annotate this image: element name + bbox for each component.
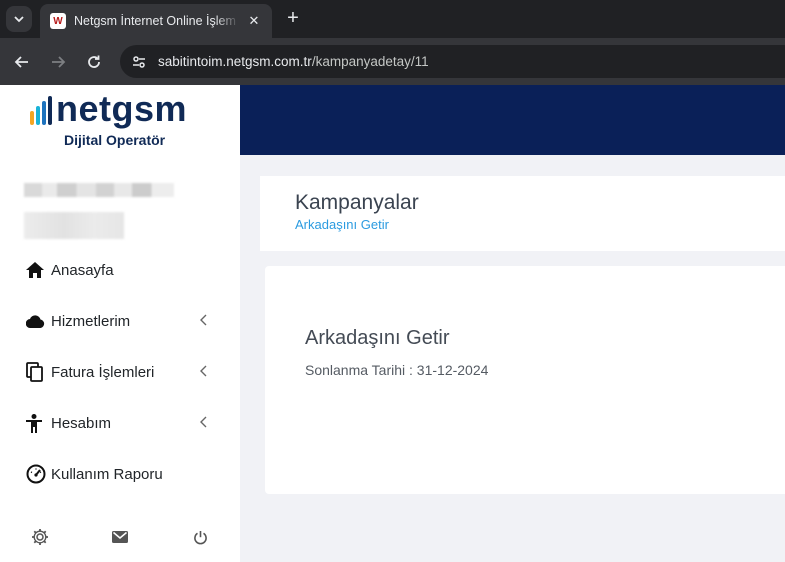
sidebar-item-anasayfa[interactable]: Anasayfa bbox=[26, 257, 216, 283]
campaign-title: Arkadaşını Getir bbox=[305, 327, 450, 349]
cloud-icon bbox=[26, 310, 48, 332]
arrow-left-icon bbox=[14, 56, 28, 68]
sidebar-item-kullanim-raporu[interactable]: Kullanım Raporu bbox=[26, 461, 216, 487]
logo-subtitle: Dijital Operatör bbox=[64, 132, 166, 148]
site-favicon-icon: W bbox=[50, 13, 66, 29]
back-button[interactable] bbox=[10, 50, 34, 74]
new-tab-button[interactable]: + bbox=[282, 8, 304, 30]
tab-close-icon[interactable]: ✕ bbox=[246, 13, 262, 29]
settings-icon[interactable] bbox=[30, 527, 50, 547]
home-icon bbox=[26, 259, 48, 281]
sidebar-item-label: Hizmetlerim bbox=[51, 312, 131, 330]
url-text: sabitintoim.netgsm.com.tr/kampanyadetay/… bbox=[158, 54, 429, 69]
logo-wordmark: netgsm bbox=[56, 88, 188, 129]
person-icon bbox=[26, 412, 48, 434]
chevron-left-icon bbox=[200, 365, 207, 377]
sidebar: netgsm Dijital Operatör Anasayfa Hizmetl… bbox=[0, 85, 240, 562]
chevron-left-icon bbox=[200, 314, 207, 326]
arrow-right-icon bbox=[52, 56, 66, 68]
blurred-user-number bbox=[24, 212, 124, 239]
signal-bars-icon bbox=[30, 96, 52, 125]
tab-search-button[interactable] bbox=[6, 6, 32, 32]
sidebar-item-hesabim[interactable]: Hesabım bbox=[26, 410, 216, 436]
sidebar-item-label: Hesabım bbox=[51, 414, 112, 432]
url-host: sabitintoim.netgsm.com.tr bbox=[158, 54, 312, 69]
sidebar-item-label: Fatura İşlemleri bbox=[51, 363, 155, 381]
gauge-icon bbox=[26, 463, 48, 485]
site-info-icon[interactable] bbox=[128, 51, 150, 73]
copy-icon bbox=[26, 361, 48, 383]
browser-tab[interactable]: W Netgsm İnternet Online İşlem Merkezi ✕ bbox=[40, 4, 272, 38]
forward-button[interactable] bbox=[46, 50, 70, 74]
breadcrumb-link[interactable]: Arkadaşını Getir bbox=[295, 217, 389, 232]
sidebar-item-hizmetlerim[interactable]: Hizmetlerim bbox=[26, 308, 216, 334]
url-path: /kampanyadetay/11 bbox=[311, 54, 429, 69]
browser-toolbar: sabitintoim.netgsm.com.tr/kampanyadetay/… bbox=[0, 38, 785, 85]
reload-icon bbox=[88, 55, 100, 68]
sidebar-item-label: Kullanım Raporu bbox=[51, 465, 163, 483]
sidebar-item-fatura-islemleri[interactable]: Fatura İşlemleri bbox=[26, 359, 216, 385]
blurred-user-name bbox=[24, 183, 174, 197]
brand-logo[interactable]: netgsm Dijital Operatör bbox=[0, 85, 240, 155]
address-bar[interactable]: sabitintoim.netgsm.com.tr/kampanyadetay/… bbox=[120, 45, 785, 78]
top-navbar bbox=[240, 85, 785, 155]
tab-title: Netgsm İnternet Online İşlem Merkezi bbox=[74, 14, 240, 28]
sidebar-item-label: Anasayfa bbox=[51, 261, 114, 279]
chevron-left-icon bbox=[200, 416, 207, 428]
reload-button[interactable] bbox=[82, 50, 106, 74]
power-icon[interactable] bbox=[190, 527, 210, 547]
campaign-detail-card: Arkadaşını Getir Sonlanma Tarihi : 31-12… bbox=[265, 266, 785, 494]
browser-tab-bar: W Netgsm İnternet Online İşlem Merkezi ✕… bbox=[0, 0, 785, 38]
campaign-end-date: Sonlanma Tarihi : 31-12-2024 bbox=[305, 362, 489, 378]
page-title: Kampanyalar bbox=[295, 191, 419, 214]
mail-icon[interactable] bbox=[110, 527, 130, 547]
chevron-down-icon bbox=[14, 16, 24, 23]
page-header-card: Kampanyalar Arkadaşını Getir bbox=[260, 176, 785, 251]
